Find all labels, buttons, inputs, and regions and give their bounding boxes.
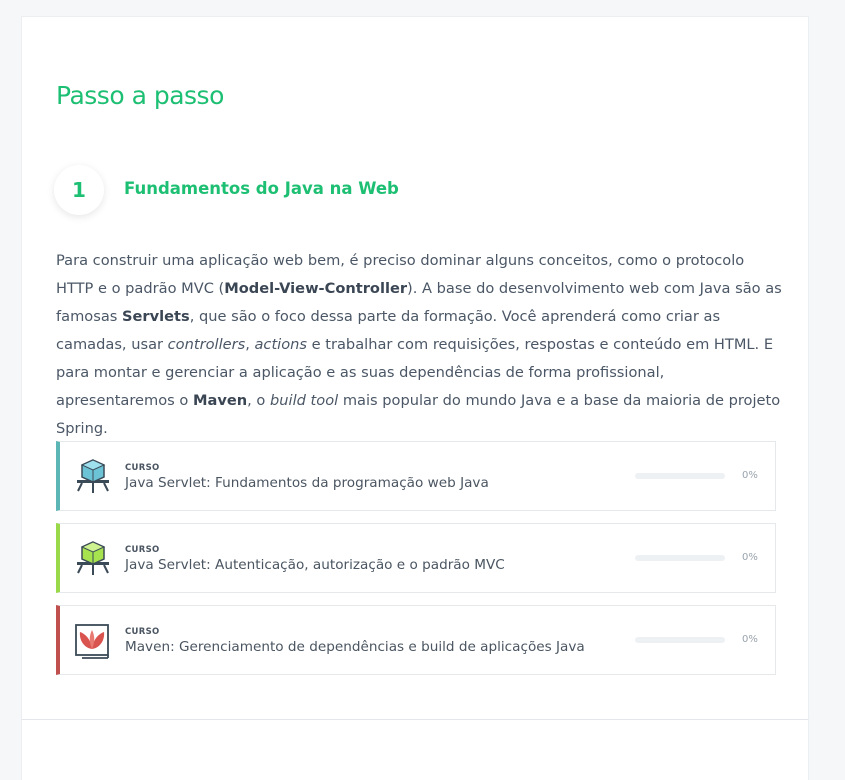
maven-feather-icon [74,622,112,660]
desc-bold: Model-View-Controller [224,280,408,297]
servlet-cube-green-icon [74,540,112,578]
course-kind-label: CURSO [125,463,160,473]
course-card[interactable]: CURSO Maven: Gerenciamento de dependênci… [56,605,776,675]
course-progress-bar [635,555,725,561]
course-progress-label: 0% [742,634,758,645]
course-progress-bar [635,637,725,643]
desc-italic: actions [254,336,308,353]
course-title: Maven: Gerenciamento de dependências e b… [125,639,585,655]
course-progress-label: 0% [742,470,758,481]
step-card: Passo a passo 1 Fundamentos do Java na W… [21,16,809,720]
desc-italic: build tool [270,392,339,409]
course-progress-label: 0% [742,552,758,563]
step-description: Para construir uma aplicação web bem, é … [56,247,786,443]
servlet-cube-blue-icon [74,458,112,496]
next-step-card [21,720,809,780]
desc-bold: Servlets [122,308,190,325]
step-title: Fundamentos do Java na Web [124,179,399,198]
desc-bold: Maven [192,392,248,409]
desc-italic: controllers [167,336,246,353]
course-card[interactable]: CURSO Java Servlet: Autenticação, autori… [56,523,776,593]
section-title: Passo a passo [56,81,224,110]
desc-text: , o [247,392,271,409]
course-card[interactable]: CURSO Java Servlet: Fundamentos da progr… [56,441,776,511]
course-kind-label: CURSO [125,627,160,637]
course-title: Java Servlet: Autenticação, autorização … [125,557,505,573]
course-kind-label: CURSO [125,545,160,555]
step-number-badge: 1 [54,165,104,215]
course-title: Java Servlet: Fundamentos da programação… [125,475,489,491]
course-progress-bar [635,473,725,479]
